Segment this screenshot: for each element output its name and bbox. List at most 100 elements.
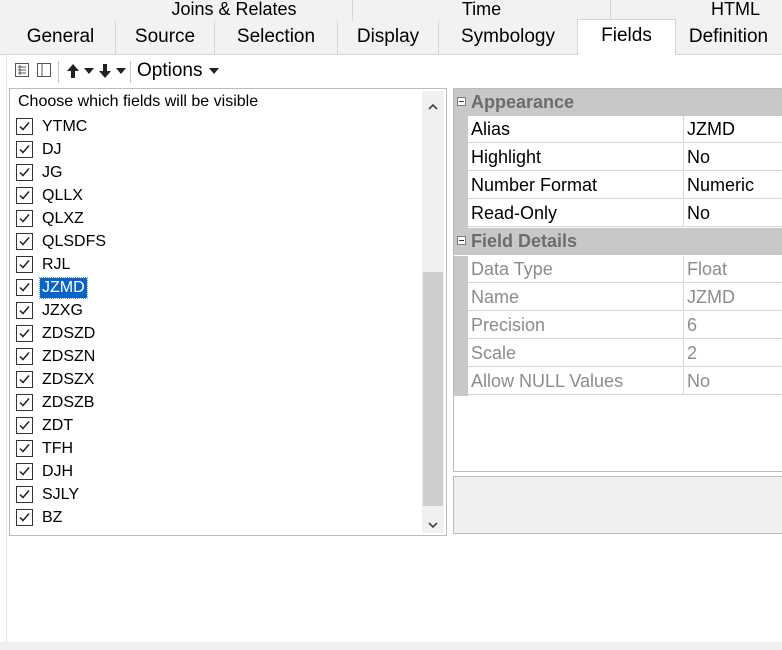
field-checkbox[interactable]	[16, 417, 33, 434]
category-field-details[interactable]: Field Details	[454, 228, 782, 255]
tab-row-top: Joins & Relates Time HTML	[0, 0, 782, 21]
scroll-down-icon[interactable]	[428, 517, 438, 529]
field-name-label[interactable]: QLLX	[40, 186, 85, 206]
field-checkbox[interactable]	[16, 118, 33, 135]
options-dropdown-icon[interactable]	[209, 68, 219, 74]
collapse-icon[interactable]	[457, 97, 466, 106]
field-checkbox[interactable]	[16, 509, 33, 526]
tab-html[interactable]: HTML	[611, 0, 782, 21]
tab-display[interactable]: Display	[338, 21, 439, 54]
field-name-label[interactable]: RJL	[40, 255, 72, 275]
property-value: 2	[684, 340, 782, 367]
property-name: Alias	[468, 116, 684, 143]
tab-general[interactable]: General	[6, 21, 116, 54]
field-name-label[interactable]: BZ	[40, 508, 64, 528]
tab-row-bottom: General Source Selection Display Symbolo…	[0, 19, 782, 56]
property-description-box	[453, 476, 782, 534]
property-row[interactable]: Precision 6	[454, 312, 782, 340]
property-value[interactable]: JZMD	[684, 116, 782, 143]
field-name-label[interactable]: ZDT	[40, 416, 75, 436]
list-scrollbar[interactable]	[422, 91, 444, 533]
property-value[interactable]: Numeric	[684, 172, 782, 199]
tab-source[interactable]: Source	[116, 21, 215, 54]
field-checkbox[interactable]	[16, 348, 33, 365]
field-name-label[interactable]: ZDSZX	[40, 370, 96, 390]
property-gutter	[454, 368, 468, 396]
checkmark-icon	[19, 122, 30, 131]
property-row[interactable]: Read-Only No	[454, 200, 782, 228]
field-name-label[interactable]: YTMC	[40, 117, 89, 137]
property-row[interactable]: Alias JZMD	[454, 116, 782, 144]
tab-fields[interactable]: Fields	[577, 19, 676, 56]
field-checkbox[interactable]	[16, 463, 33, 480]
property-value: JZMD	[684, 284, 782, 311]
property-gutter	[454, 256, 468, 284]
move-down-dropdown-icon[interactable]	[116, 68, 126, 74]
property-row[interactable]: Allow NULL Values No	[454, 368, 782, 396]
checkmark-icon	[19, 260, 30, 269]
field-checkbox[interactable]	[16, 302, 33, 319]
field-checkbox[interactable]	[16, 371, 33, 388]
list-view-icon[interactable]	[14, 62, 30, 78]
field-name-label[interactable]: TFH	[40, 439, 75, 459]
checkmark-icon	[19, 490, 30, 499]
category-title: Appearance	[471, 92, 575, 112]
field-name-label[interactable]: ZDSZN	[40, 347, 97, 367]
move-down-arrow-icon[interactable]	[96, 62, 114, 78]
property-row[interactable]: Highlight No	[454, 144, 782, 172]
property-name: Read-Only	[468, 200, 684, 227]
tab-joins-relates[interactable]: Joins & Relates	[116, 0, 353, 21]
property-row[interactable]: Data Type Float	[454, 256, 782, 284]
field-checkbox[interactable]	[16, 233, 33, 250]
checkmark-icon	[19, 421, 30, 430]
tab-symbology[interactable]: Symbology	[439, 21, 578, 54]
field-name-label[interactable]: QLXZ	[40, 209, 86, 229]
options-menu-button[interactable]: Options	[137, 59, 202, 83]
checkmark-icon	[19, 145, 30, 154]
field-name-label[interactable]: QLSDFS	[40, 232, 108, 252]
field-checkbox[interactable]	[16, 256, 33, 273]
field-checkbox[interactable]	[16, 279, 33, 296]
checkmark-icon	[19, 398, 30, 407]
checkmark-icon	[19, 283, 30, 292]
checkmark-icon	[19, 329, 30, 338]
field-name-label[interactable]: JG	[40, 163, 64, 183]
property-name: Data Type	[468, 256, 684, 283]
field-name-label[interactable]: JZMD	[39, 277, 88, 299]
table-view-icon[interactable]	[36, 62, 52, 78]
field-name-label[interactable]: ZDSZD	[40, 324, 97, 344]
category-appearance[interactable]: Appearance	[454, 89, 782, 116]
field-name-label[interactable]: DJH	[40, 462, 75, 482]
property-row[interactable]: Number Format Numeric	[454, 172, 782, 200]
field-checkbox[interactable]	[16, 187, 33, 204]
property-row[interactable]: Name JZMD	[454, 284, 782, 312]
field-checkbox[interactable]	[16, 141, 33, 158]
property-row[interactable]: Scale 2	[454, 340, 782, 368]
field-checkbox[interactable]	[16, 164, 33, 181]
property-name: Allow NULL Values	[468, 368, 684, 395]
options-label: Options	[137, 60, 203, 81]
field-checkbox[interactable]	[16, 210, 33, 227]
scroll-up-icon[interactable]	[428, 99, 438, 110]
tab-selection[interactable]: Selection	[215, 21, 338, 54]
field-checkbox[interactable]	[16, 394, 33, 411]
field-name-label[interactable]: JZXG	[40, 301, 85, 321]
move-up-dropdown-icon[interactable]	[84, 68, 94, 74]
field-checkbox[interactable]	[16, 325, 33, 342]
collapse-icon[interactable]	[457, 236, 466, 245]
tab-definition[interactable]: Definition	[675, 21, 782, 54]
field-name-label[interactable]: DJ	[40, 140, 64, 160]
field-name-label[interactable]: ZDSZB	[40, 393, 96, 413]
field-name-label[interactable]: SJLY	[40, 485, 81, 505]
property-value[interactable]: No	[684, 144, 782, 171]
toolbar-separator	[130, 61, 131, 83]
property-value[interactable]: No	[684, 200, 782, 227]
fields-toolbar: Options	[8, 56, 428, 86]
scroll-thumb[interactable]	[423, 272, 443, 506]
checkmark-icon	[19, 168, 30, 177]
field-checkbox[interactable]	[16, 486, 33, 503]
checkmark-icon	[19, 444, 30, 453]
field-checkbox[interactable]	[16, 440, 33, 457]
tab-time[interactable]: Time	[353, 0, 611, 21]
move-up-arrow-icon[interactable]	[64, 62, 82, 78]
